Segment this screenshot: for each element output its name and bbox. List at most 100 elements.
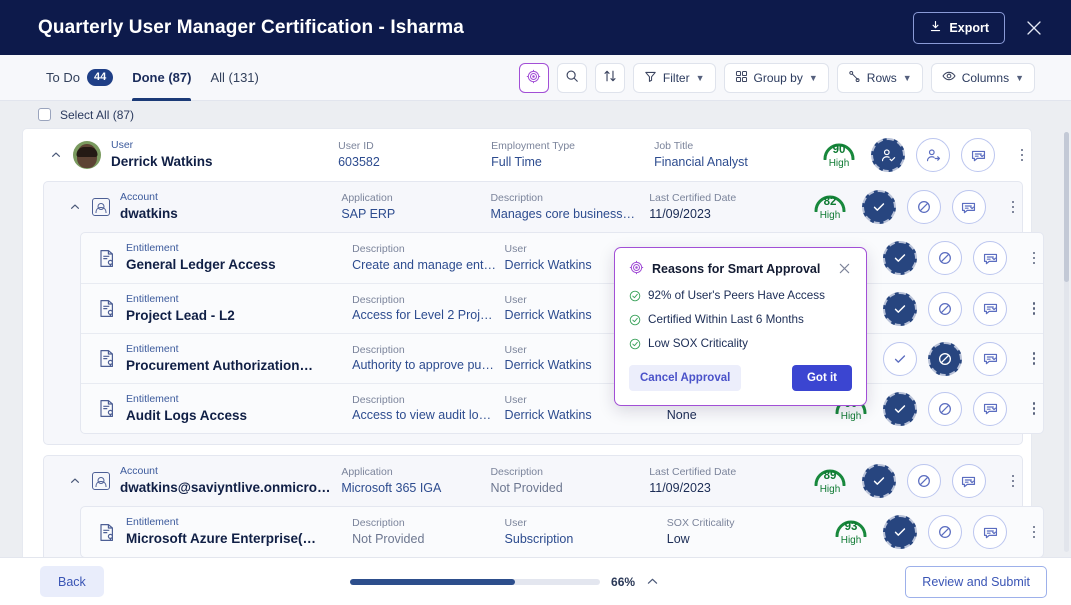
more-options-button[interactable] [1004, 200, 1022, 214]
download-icon [929, 20, 942, 36]
account-card: Account dwatkins@saviyntlive.onmicro… Ap… [43, 455, 1044, 557]
review-and-submit-button[interactable]: Review and Submit [905, 565, 1047, 598]
cell-value: Derrick Watkins [111, 154, 213, 170]
columns-button[interactable]: Columns ▼ [930, 62, 1035, 93]
approve-account-button[interactable] [861, 464, 896, 498]
revoke-account-button[interactable] [906, 190, 941, 224]
approve-entitlement-button[interactable] [883, 291, 918, 326]
more-options-button[interactable] [1025, 402, 1043, 415]
cell-value: Authority to approve pu… [352, 358, 494, 373]
cell-label: Entitlement [126, 342, 179, 355]
filter-button[interactable]: Filter ▼ [632, 62, 716, 93]
risk-score-gauge: 93 High [829, 518, 873, 546]
row-actions [883, 341, 1043, 376]
comment-entitlement-button[interactable] [973, 241, 1008, 275]
chevron-down-icon: ▼ [808, 72, 818, 83]
select-all-checkbox[interactable] [38, 108, 51, 121]
revoke-entitlement-button[interactable] [928, 341, 963, 376]
score-level: High [840, 411, 862, 423]
smart-insights-button[interactable] [518, 62, 549, 93]
application-cell: Application SAP ERP [341, 192, 490, 221]
certification-list[interactable]: User Derrick Watkins User ID 603582 Empl… [22, 128, 1053, 557]
cell-value: Financial Analyst [654, 154, 748, 169]
tab-all[interactable]: All (131) [210, 55, 258, 101]
tab-to-do[interactable]: To Do 44 [46, 55, 114, 101]
user-row[interactable]: User Derrick Watkins User ID 603582 Empl… [23, 129, 1031, 181]
revoke-account-button[interactable] [906, 464, 941, 498]
row-actions [861, 190, 1022, 224]
comment-account-button[interactable] [951, 464, 986, 498]
revoke-entitlement-button[interactable] [928, 291, 963, 326]
chevron-up-icon[interactable] [66, 198, 84, 216]
progress-area: 66% [104, 575, 906, 589]
tab-done[interactable]: Done (87) [132, 55, 192, 101]
chevron-up-icon[interactable] [47, 146, 65, 164]
risk-score-gauge: 82 High [808, 193, 852, 221]
revoke-entitlement-button[interactable] [928, 391, 963, 426]
comment-user-button[interactable] [961, 138, 995, 172]
more-options-button[interactable] [1025, 302, 1043, 315]
approve-entitlement-button[interactable] [883, 341, 918, 376]
more-options-button[interactable] [1025, 251, 1043, 265]
approve-account-button[interactable] [861, 190, 896, 224]
cell-value: dwatkins [120, 206, 178, 222]
account-row[interactable]: Account dwatkins@saviyntlive.onmicro… Ap… [44, 456, 1022, 506]
chevron-up-icon[interactable] [646, 575, 659, 588]
table-row[interactable]: Entitlement Procurement Authorization… D… [81, 333, 1043, 383]
more-options-button[interactable] [1025, 525, 1043, 539]
close-icon[interactable] [1021, 15, 1047, 41]
tab-all-label: All (131) [210, 70, 259, 85]
entitlement-name-cell: Entitlement General Ledger Access [126, 243, 352, 272]
sort-button[interactable] [594, 62, 625, 93]
reason-text: 92% of User's Peers Have Access [648, 289, 825, 302]
search-button[interactable] [556, 62, 587, 93]
footer-bar: Back 66% Review and Submit [0, 557, 1071, 605]
approve-user-button[interactable] [871, 138, 905, 172]
entitlement-name-cell: Entitlement Audit Logs Access [126, 392, 352, 423]
vertical-scrollbar[interactable] [1064, 132, 1069, 552]
more-options-button[interactable] [1004, 474, 1022, 488]
more-options-button[interactable] [1013, 148, 1031, 162]
approve-entitlement-button[interactable] [883, 241, 918, 275]
cell-value: Subscription [504, 531, 574, 546]
cell-label: Description [352, 343, 405, 356]
comment-entitlement-button[interactable] [973, 341, 1008, 376]
more-options-button[interactable] [1025, 352, 1043, 365]
approve-entitlement-button[interactable] [883, 515, 918, 549]
cell-label: Description [352, 243, 405, 256]
got-it-button[interactable]: Got it [791, 365, 852, 391]
revoke-user-button[interactable] [916, 138, 950, 172]
cell-label: Entitlement [126, 392, 179, 405]
account-icon [92, 472, 110, 490]
table-row[interactable]: Entitlement General Ledger Access Descri… [81, 233, 1043, 283]
sort-arrows-icon [603, 69, 617, 86]
revoke-entitlement-button[interactable] [928, 241, 963, 275]
rows-button[interactable]: Rows ▼ [836, 62, 923, 93]
approve-entitlement-button[interactable] [883, 391, 918, 426]
columns-label: Columns [961, 70, 1010, 85]
group-by-label: Group by [753, 70, 803, 85]
comment-entitlement-button[interactable] [973, 391, 1008, 426]
score-level: High [828, 157, 850, 169]
comment-entitlement-button[interactable] [973, 291, 1008, 326]
export-button[interactable]: Export [913, 11, 1005, 44]
revoke-entitlement-button[interactable] [928, 515, 963, 549]
group-by-button[interactable]: Group by ▼ [723, 62, 829, 93]
table-row[interactable]: Entitlement Project Lead - L2 Descriptio… [81, 283, 1043, 333]
certification-page: Quarterly User Manager Certification - I… [0, 0, 1071, 605]
table-row[interactable]: Entitlement Microsoft Azure Enterprise(…… [81, 507, 1043, 557]
cell-value: Access for Level 2 Proj… [352, 308, 493, 323]
reason-text: Certified Within Last 6 Months [648, 313, 804, 326]
chevron-up-icon[interactable] [66, 472, 84, 490]
cell-label: User [111, 139, 134, 152]
table-row[interactable]: Entitlement Audit Logs Access Descriptio… [81, 383, 1043, 433]
comment-entitlement-button[interactable] [973, 515, 1008, 549]
back-button[interactable]: Back [40, 566, 104, 597]
comment-account-button[interactable] [951, 190, 986, 224]
smart-gem-icon [629, 260, 644, 278]
cancel-approval-button[interactable]: Cancel Approval [629, 365, 742, 391]
cell-label: Description [352, 517, 405, 530]
account-row[interactable]: Account dwatkins Application SAP ERP Des… [44, 182, 1022, 232]
close-icon[interactable] [838, 262, 852, 276]
description-cell: Description Access for Level 2 Proj… [352, 294, 504, 323]
